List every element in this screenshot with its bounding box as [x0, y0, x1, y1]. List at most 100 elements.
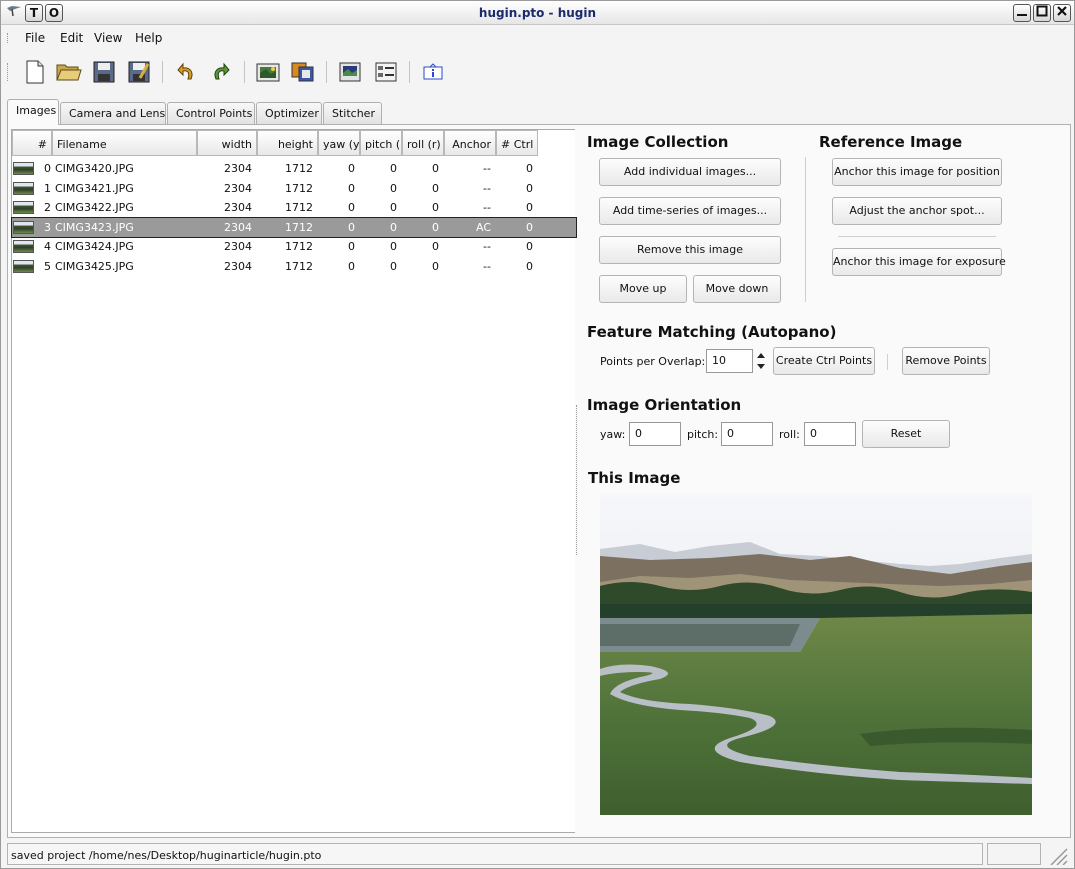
image-orientation-heading: Image Orientation	[587, 396, 742, 414]
row-ctrl-points: 0	[526, 162, 533, 176]
adjust-anchor-button[interactable]: Adjust the anchor spot...	[832, 197, 1002, 225]
row-ctrl-points: 0	[526, 201, 533, 215]
table-row[interactable]: 1 CIMG3421.JPG 2304 1712 0 0 0 -- 0	[12, 179, 576, 199]
menu-help[interactable]: Help	[135, 31, 162, 45]
toolbar-grip[interactable]	[7, 63, 10, 81]
yaw-label: yaw:	[600, 428, 626, 441]
app-window: T O hugin.pto - hugin File Edit View Hel…	[0, 0, 1075, 869]
image-thumbnail	[13, 181, 34, 195]
anchor-position-button[interactable]: Anchor this image for position	[832, 158, 1002, 186]
row-number: 2	[44, 201, 51, 215]
save-as-icon[interactable]	[126, 59, 152, 85]
panel-splitter[interactable]	[576, 405, 577, 555]
toolbar-separator	[244, 61, 245, 83]
row-anchor: --	[483, 201, 491, 215]
column-header-filename[interactable]: Filename	[52, 130, 197, 156]
image-list-rows: 0 CIMG3420.JPG 2304 1712 0 0 0 -- 0 1 CI…	[11, 159, 577, 277]
tab-images[interactable]: Images	[7, 99, 59, 125]
row-number: 1	[44, 181, 51, 195]
image-list[interactable]: # Filename width height yaw (y) pitch (p…	[11, 129, 577, 833]
reference-image-heading: Reference Image	[819, 133, 963, 151]
row-pitch: 0	[390, 162, 397, 176]
status-bar: saved project /home/nes/Desktop/huginart…	[7, 843, 983, 865]
row-height: 1712	[285, 259, 313, 273]
new-file-icon[interactable]	[22, 59, 48, 85]
menu-bar: File Edit View Help	[1, 27, 1074, 49]
column-header-pitch[interactable]: pitch (p	[360, 130, 402, 156]
toolbar-separator	[162, 61, 163, 83]
roll-input[interactable]: 0	[804, 422, 856, 446]
row-pitch: 0	[390, 181, 397, 195]
redo-icon[interactable]	[208, 59, 234, 85]
menu-view[interactable]: View	[94, 31, 122, 45]
column-header-roll[interactable]: roll (r)	[402, 130, 444, 156]
column-header-anchor[interactable]: Anchor	[444, 130, 496, 156]
points-per-overlap-label: Points per Overlap:	[600, 355, 706, 368]
table-row[interactable]: 2 CIMG3422.JPG 2304 1712 0 0 0 -- 0	[12, 198, 576, 218]
tab-control-points[interactable]: Control Points	[167, 102, 255, 124]
preview-icon[interactable]	[337, 59, 363, 85]
table-row[interactable]: 5 CIMG3425.JPG 2304 1712 0 0 0 -- 0	[12, 257, 576, 277]
open-folder-icon[interactable]	[56, 59, 82, 85]
table-row[interactable]: 4 CIMG3424.JPG 2304 1712 0 0 0 -- 0	[12, 237, 576, 257]
move-down-button[interactable]: Move down	[693, 275, 781, 303]
table-row-selected[interactable]: 3 CIMG3423.JPG 2304 1712 0 0 0 AC 0	[11, 216, 577, 238]
row-ctrl-points: 0	[526, 240, 533, 254]
save-icon[interactable]	[91, 59, 117, 85]
column-header-width[interactable]: width	[197, 130, 257, 156]
row-pitch: 0	[390, 220, 397, 234]
add-individual-images-button[interactable]: Add individual images...	[599, 158, 781, 186]
add-image-icon[interactable]	[255, 59, 281, 85]
menu-edit[interactable]: Edit	[60, 31, 83, 45]
row-number: 4	[44, 240, 51, 254]
yaw-input[interactable]: 0	[629, 422, 681, 446]
reset-button[interactable]: Reset	[862, 420, 950, 448]
table-row[interactable]: 0 CIMG3420.JPG 2304 1712 0 0 0 -- 0	[12, 159, 576, 179]
maximize-button[interactable]	[1033, 4, 1051, 22]
tab-camera-and-lens[interactable]: Camera and Lens	[60, 102, 166, 124]
points-per-overlap-input[interactable]: 10	[706, 349, 753, 373]
close-button[interactable]	[1053, 4, 1071, 22]
title-bar[interactable]: T O hugin.pto - hugin	[1, 1, 1074, 25]
row-height: 1712	[285, 240, 313, 254]
image-thumbnail	[13, 240, 34, 254]
title-bar-right-buttons	[1013, 4, 1071, 22]
info-icon[interactable]	[420, 59, 446, 85]
image-thumbnail	[13, 162, 34, 176]
anchor-exposure-button[interactable]: Anchor this image for exposure	[832, 248, 1006, 276]
add-series-icon[interactable]	[290, 59, 316, 85]
tab-stitcher[interactable]: Stitcher	[323, 102, 382, 124]
minimize-button[interactable]	[1013, 4, 1031, 22]
column-header-yaw[interactable]: yaw (y)	[318, 130, 360, 156]
resize-grip-icon[interactable]	[1047, 845, 1069, 866]
row-anchor: --	[483, 259, 491, 273]
pitch-input[interactable]: 0	[721, 422, 773, 446]
minimize-icon	[1017, 14, 1027, 16]
row-number: 0	[44, 162, 51, 176]
row-roll: 0	[432, 259, 439, 273]
remove-image-button[interactable]: Remove this image	[599, 236, 781, 264]
image-list-icon[interactable]	[373, 59, 399, 85]
undo-icon[interactable]	[173, 59, 199, 85]
row-ctrl-points: 0	[526, 181, 533, 195]
row-roll: 0	[432, 220, 439, 234]
row-roll: 0	[432, 201, 439, 215]
tab-optimizer[interactable]: Optimizer	[256, 102, 322, 124]
move-up-button[interactable]: Move up	[599, 275, 687, 303]
add-time-series-button[interactable]: Add time-series of images...	[599, 197, 781, 225]
column-header-height[interactable]: height	[257, 130, 318, 156]
roll-label: roll:	[779, 428, 800, 441]
row-width: 2304	[224, 259, 252, 273]
menubar-grip[interactable]	[7, 33, 10, 43]
close-icon	[1057, 6, 1067, 16]
points-spin-button[interactable]	[756, 350, 766, 372]
toolbar-separator	[326, 61, 327, 83]
row-yaw: 0	[348, 162, 355, 176]
remove-points-button[interactable]: Remove Points	[902, 347, 990, 375]
create-ctrl-points-button[interactable]: Create Ctrl Points	[773, 347, 875, 375]
menu-file[interactable]: File	[25, 31, 45, 45]
column-header-ctrl-points[interactable]: # Ctrl P	[496, 130, 538, 156]
column-header-number[interactable]: #	[12, 130, 52, 156]
row-width: 2304	[224, 240, 252, 254]
row-height: 1712	[285, 162, 313, 176]
